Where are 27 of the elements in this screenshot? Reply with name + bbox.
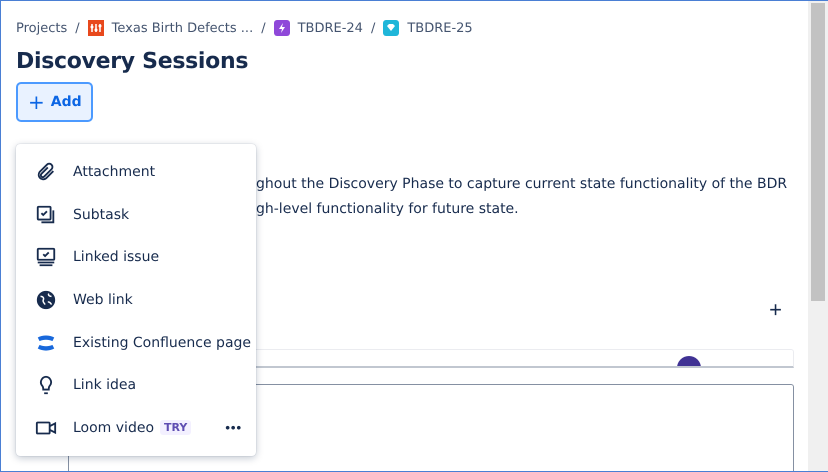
breadcrumb-separator: / xyxy=(261,20,266,36)
description-text: ghout the Discovery Phase to capture current state functionality of the BDR gh-level functionality for future state. xyxy=(256,175,788,219)
breadcrumb-separator: / xyxy=(75,20,80,36)
breadcrumb-link[interactable]: TBDRE-25 xyxy=(383,20,473,36)
scrollbar-thumb[interactable] xyxy=(811,3,825,301)
breadcrumb-link[interactable]: Texas Birth Defects ... xyxy=(88,20,254,36)
menu-item[interactable]: Subtask xyxy=(16,194,256,236)
gem-icon xyxy=(383,20,400,36)
breadcrumb-separator: / xyxy=(370,20,376,36)
menu-item[interactable]: Link idea xyxy=(16,364,256,406)
add-button[interactable]: + Add xyxy=(16,82,93,122)
breadcrumb-link[interactable]: TBDRE-24 xyxy=(274,20,363,36)
globe-icon xyxy=(35,289,57,312)
lightning-icon xyxy=(274,20,290,36)
monitor-icon xyxy=(35,246,57,268)
menu-item[interactable]: Web link xyxy=(16,278,256,322)
menu-item[interactable]: Attachment xyxy=(16,151,256,194)
menu-item[interactable]: Linked issue xyxy=(16,236,256,279)
breadcrumb-link[interactable]: Projects xyxy=(16,20,68,36)
menu-item[interactable]: Existing Confluence page xyxy=(16,321,256,364)
more-button[interactable]: ••• xyxy=(225,420,242,436)
menu-item[interactable]: Loom video TRY ••• xyxy=(16,406,256,450)
try-badge: TRY xyxy=(160,420,192,436)
scrollbar[interactable] xyxy=(808,1,828,471)
checkbox-icon xyxy=(35,204,57,226)
project-icon xyxy=(88,20,104,36)
page-title: Discovery Sessions xyxy=(16,49,250,74)
